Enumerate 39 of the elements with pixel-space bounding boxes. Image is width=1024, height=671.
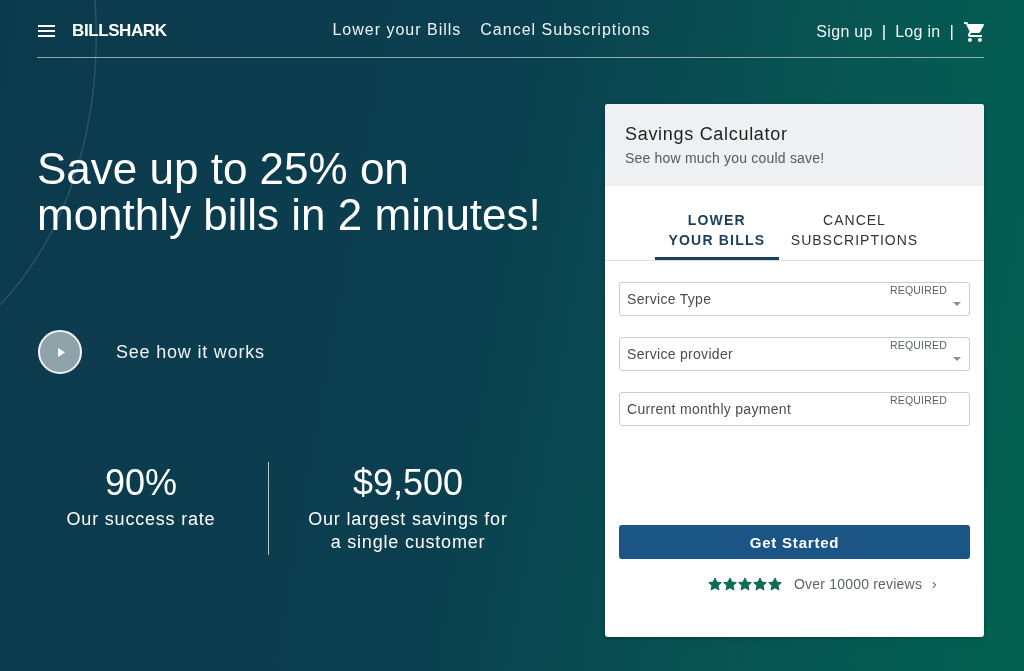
- nav-link[interactable]: Cancel Subscriptions: [480, 19, 651, 40]
- nav-link[interactable]: Sign up: [816, 22, 873, 42]
- stat-value: 90%: [104, 463, 178, 503]
- card-title: Savings Calculator: [625, 123, 789, 145]
- required-tag: REQUIRED: [889, 284, 947, 296]
- menu-icon[interactable]: [38, 25, 55, 37]
- reviews-link[interactable]: Over 10000 reviews ›: [794, 575, 937, 593]
- input-field[interactable]: Current monthly payment REQUIRED: [619, 392, 970, 426]
- cart-icon[interactable]: [964, 22, 984, 42]
- field-label: Current monthly payment: [627, 400, 792, 418]
- star-icon: [708, 577, 722, 591]
- tab[interactable]: CANCEL SUBSCRIPTIONS: [778, 210, 931, 260]
- field-label: Service provider: [627, 345, 733, 363]
- video-link[interactable]: See how it works: [116, 341, 265, 363]
- hero-heading: Save up to 25% on monthly bills in 2 minutes!: [37, 146, 542, 238]
- play-button[interactable]: [38, 330, 82, 374]
- dropdown-field[interactable]: Service Type REQUIRED: [619, 282, 970, 316]
- star-icon: [768, 577, 782, 591]
- nav-separator: |: [949, 22, 954, 42]
- star-icon: [753, 577, 767, 591]
- dropdown-field[interactable]: Service provider REQUIRED: [619, 337, 970, 371]
- nav-link[interactable]: Log in: [895, 22, 941, 42]
- caret-icon: [953, 357, 961, 361]
- field-label: Service Type: [627, 290, 712, 308]
- get-started-button[interactable]: Get Started: [619, 525, 970, 559]
- star-icon: [738, 577, 752, 591]
- play-icon: [57, 347, 65, 357]
- stat-caption: Our success rate: [66, 508, 216, 531]
- card-subtitle: See how much you could save!: [625, 149, 826, 167]
- stat-value: $9,500: [352, 463, 464, 503]
- required-tag: REQUIRED: [889, 339, 947, 351]
- star-icon: [723, 577, 737, 591]
- stat-caption: Our largest savings for a single customer: [307, 508, 509, 554]
- tab[interactable]: LOWER YOUR BILLS: [654, 210, 779, 260]
- caret-icon: [953, 302, 961, 306]
- brand-logo[interactable]: BILLSHARK: [72, 21, 167, 41]
- required-tag: REQUIRED: [889, 394, 947, 406]
- nav-separator: |: [881, 22, 887, 42]
- nav-link[interactable]: Lower your Bills: [332, 19, 462, 40]
